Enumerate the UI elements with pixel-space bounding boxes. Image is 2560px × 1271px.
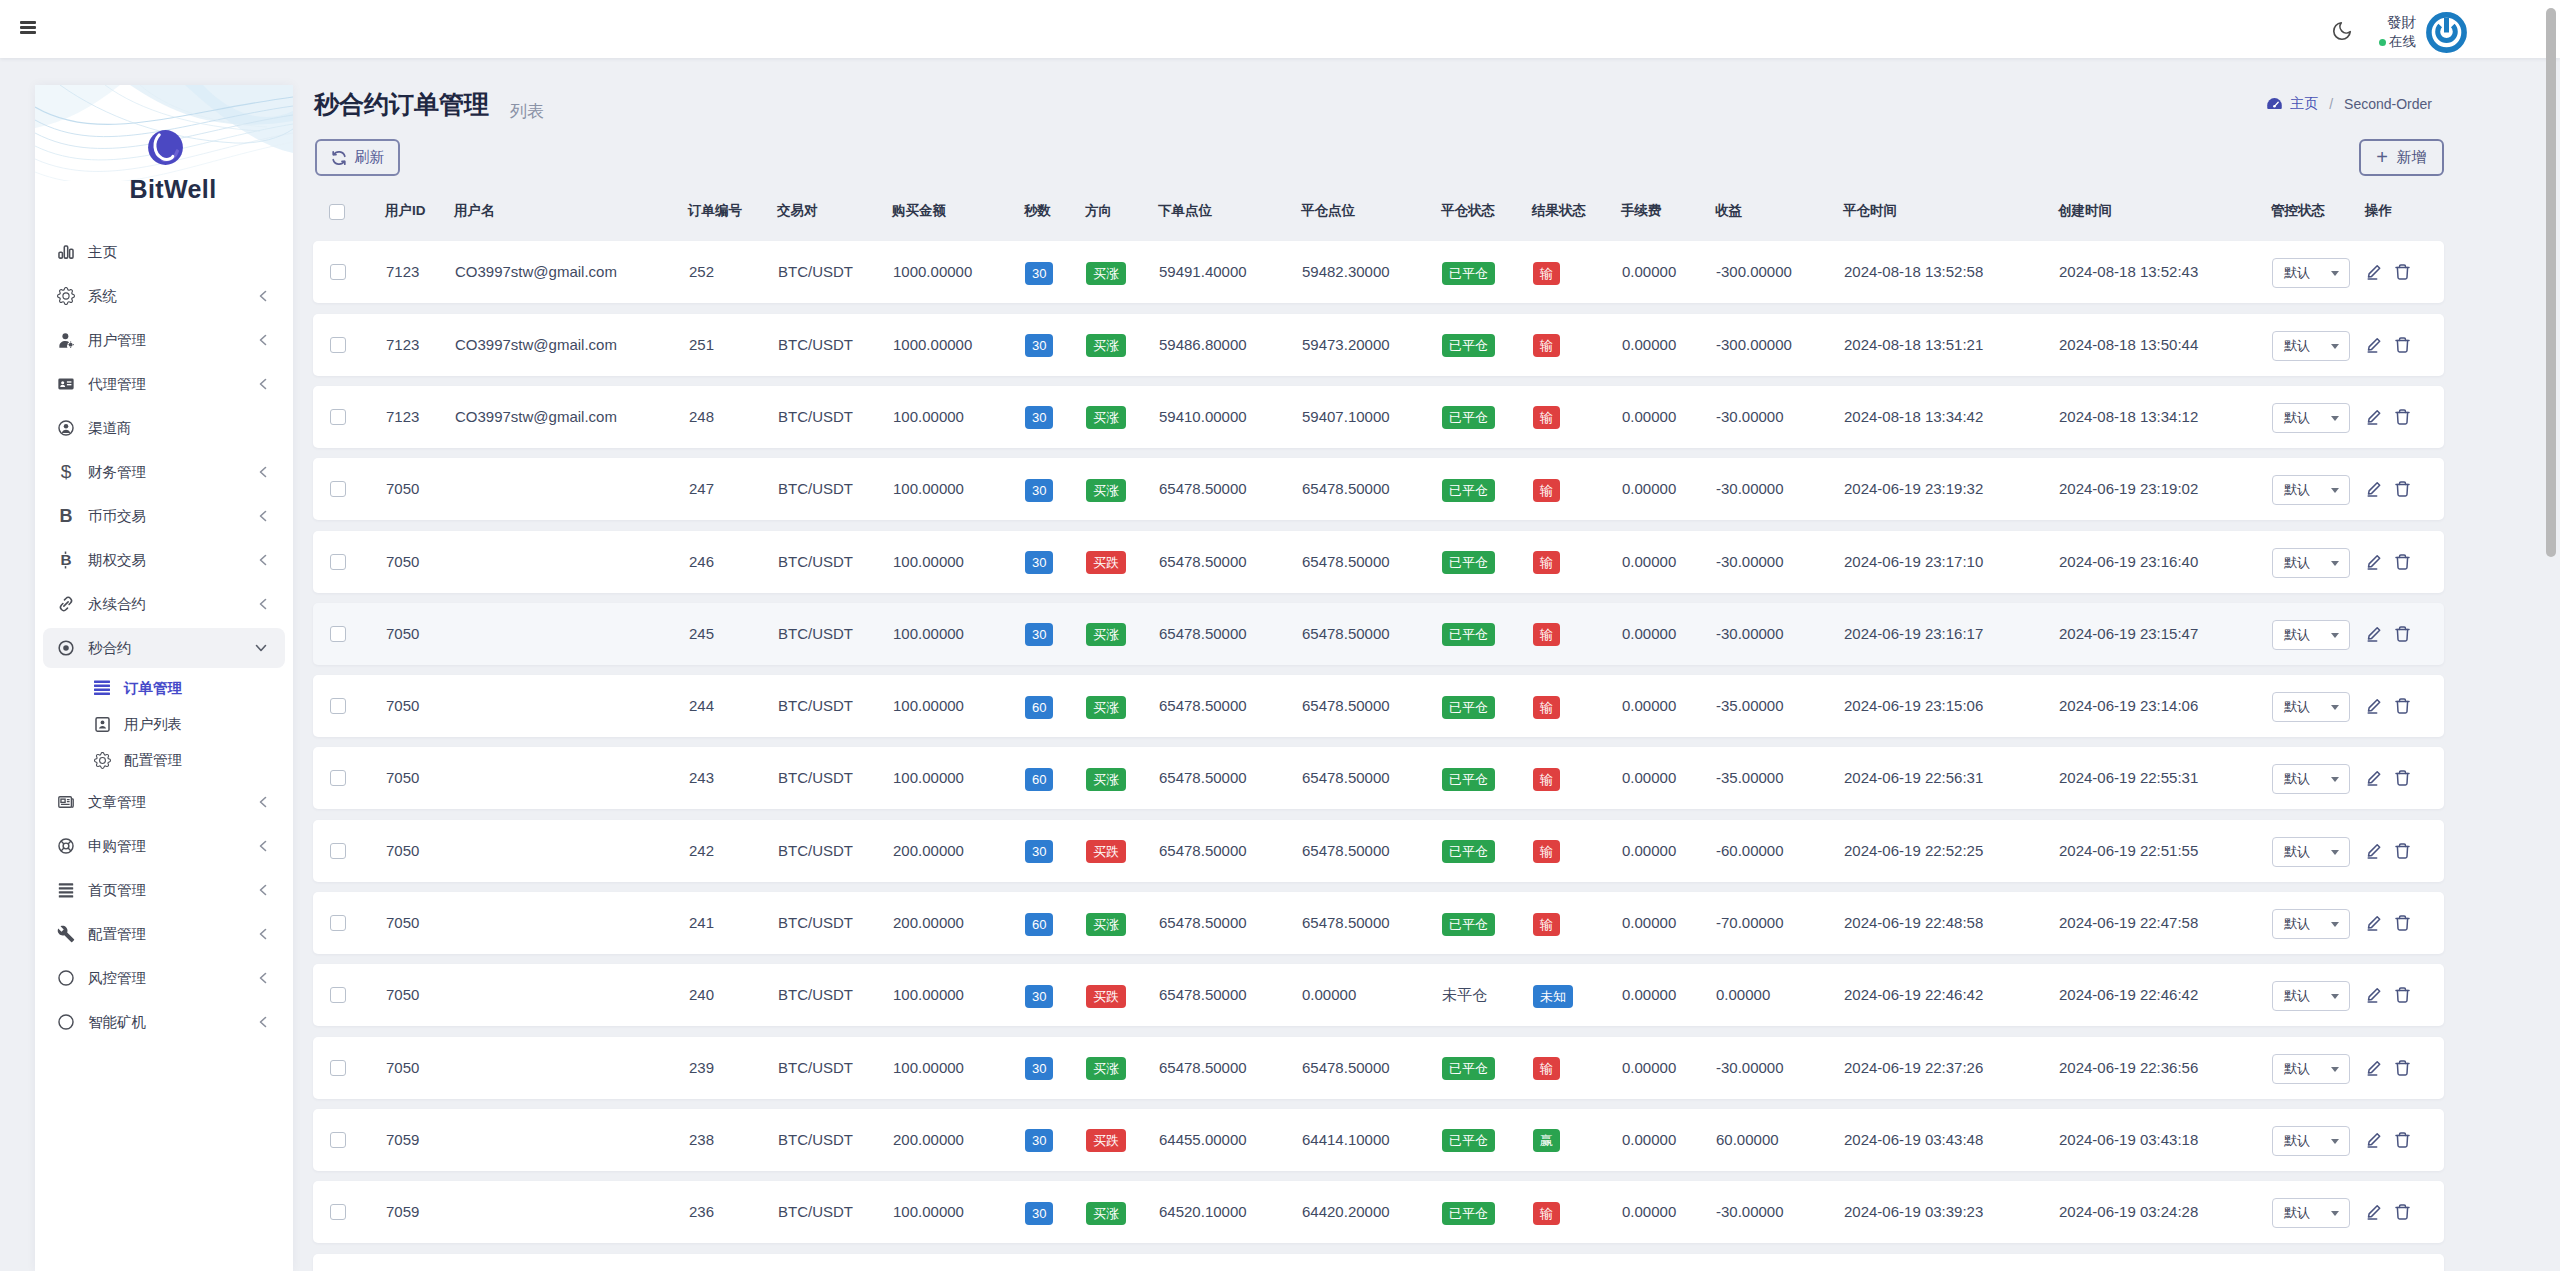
svg-text:B: B (61, 551, 72, 568)
